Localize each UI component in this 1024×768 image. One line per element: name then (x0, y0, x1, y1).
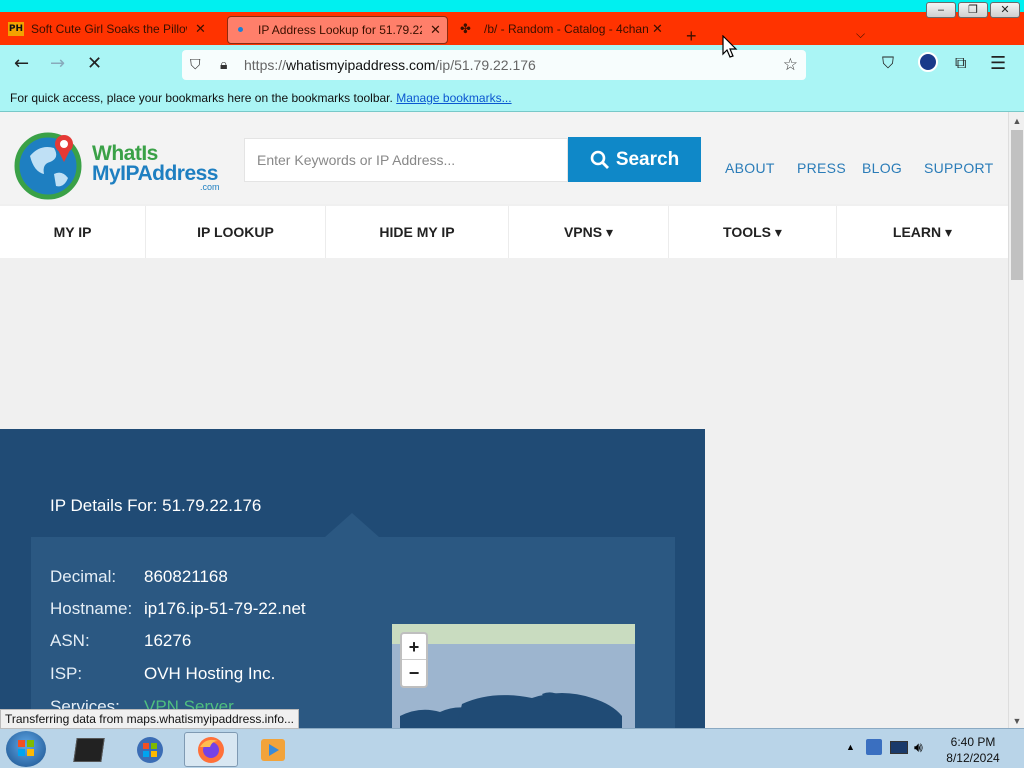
globe-logo-icon (14, 132, 82, 200)
close-tab-icon[interactable]: ✕ (430, 22, 441, 38)
back-icon[interactable]: ← (14, 53, 29, 74)
bookmarks-hint: For quick access, place your bookmarks h… (10, 91, 393, 105)
taskbar-firefox[interactable] (184, 732, 238, 767)
menu-my-ip[interactable]: MY IP (0, 206, 146, 258)
bookmarks-toolbar: For quick access, place your bookmarks h… (0, 85, 1024, 112)
menu-ip-lookup[interactable]: IP LOOKUP (146, 206, 326, 258)
navigation-toolbar: ← → ✕ ⛉ 🔒︎ https://whatismyipaddress.com… (0, 45, 1024, 85)
blog-link[interactable]: BLOG (862, 160, 902, 176)
tray-expand-icon[interactable]: ▲ (846, 742, 855, 752)
scroll-down-icon[interactable]: ▼ (1009, 716, 1024, 726)
logo-com: .com (200, 182, 220, 192)
search-button[interactable]: Search (568, 137, 701, 182)
scroll-up-icon[interactable]: ▲ (1009, 116, 1024, 126)
lock-icon[interactable]: 🔒︎ (220, 56, 227, 73)
close-tab-icon[interactable]: ✕ (652, 21, 663, 37)
bookmark-star-icon[interactable]: ☆ (783, 55, 798, 75)
detail-row-decimal: Decimal: 860821168 (50, 567, 228, 586)
ip-details-title: IP Details For: 51.79.22.176 (50, 496, 262, 515)
tab-label: IP Address Lookup for 51.79.22.176 (258, 23, 422, 37)
windows-orb-icon (137, 736, 163, 763)
zoom-out-button[interactable]: − (402, 660, 426, 686)
stop-loading-icon[interactable]: ✕ (87, 53, 102, 74)
taskbar-terminal[interactable] (62, 732, 116, 767)
url-bar[interactable]: ⛉ 🔒︎ https://whatismyipaddress.com/ip/51… (182, 50, 806, 80)
windows-logo-icon (18, 740, 34, 756)
tab-strip: PH Soft Cute Girl Soaks the Pillow ✕ IP … (0, 12, 1024, 47)
clock-date: 8/12/2024 (946, 751, 1000, 765)
clover-favicon-icon: ✤ (460, 20, 471, 36)
extensions-icon[interactable]: ⧉ (955, 53, 966, 73)
firefox-icon (198, 736, 224, 763)
ph-favicon-icon: PH (8, 21, 24, 36)
taskbar: ▲ 🔊︎ 6:40 PM 8/12/2024 (0, 728, 1024, 768)
account-icon[interactable] (918, 52, 938, 72)
menu-hide-my-ip[interactable]: HIDE MY IP (326, 206, 509, 258)
tray-volume-icon[interactable]: 🔊︎ (914, 739, 923, 756)
tab-2-active[interactable]: IP Address Lookup for 51.79.22.176 ✕ (227, 16, 448, 44)
panel-arrow (325, 513, 379, 537)
ip-details-card: Decimal: 860821168 Hostname: ip176.ip-51-7… (31, 537, 675, 728)
search-button-label: Search (615, 148, 680, 170)
site-header: WhatIs MyIPAddress .com Enter Keywords o… (0, 112, 1008, 204)
menu-learn[interactable]: LEARN ▾ (837, 206, 1008, 258)
tracking-shield-icon[interactable]: ⛉ (190, 56, 201, 73)
search-icon (590, 150, 609, 169)
tab-label: Soft Cute Girl Soaks the Pillow (31, 21, 187, 36)
detail-row-isp: ISP: OVH Hosting Inc. (50, 664, 276, 683)
start-button[interactable] (6, 731, 46, 767)
window-controls: ‒ ❐ ✕ (926, 2, 1020, 18)
about-link[interactable]: ABOUT (725, 160, 775, 176)
world-map-shapes (400, 692, 622, 728)
tab-label: /b/ - Random - Catalog - 4chan (484, 21, 648, 36)
new-tab-button[interactable]: + (686, 26, 697, 47)
mouse-cursor-icon (722, 35, 738, 58)
clock-time: 6:40 PM (950, 735, 996, 749)
ip-details-panel: IP Details For: 51.79.22.176 Decimal: 860… (0, 429, 705, 728)
tab-3[interactable]: ✤ /b/ - Random - Catalog - 4chan ✕ (460, 12, 663, 45)
site-logo[interactable]: WhatIs MyIPAddress .com (14, 130, 226, 200)
taskbar-windows[interactable] (123, 732, 177, 767)
title-bar (0, 0, 1024, 12)
maximize-button[interactable]: ❐ (958, 2, 988, 18)
tray-display-icon[interactable] (890, 741, 908, 754)
detail-row-hostname: Hostname: ip176.ip-51-79-22.net (50, 599, 306, 618)
menu-icon[interactable]: ☰ (990, 53, 1006, 74)
status-bar: Transferring data from maps.whatismyipad… (0, 709, 300, 729)
main-menu: MY IP IP LOOKUP HIDE MY IP VPNS ▾ TOOLS … (0, 206, 1008, 258)
forward-icon[interactable]: → (50, 53, 65, 74)
location-map[interactable]: + − (392, 624, 635, 728)
menu-tools[interactable]: TOOLS ▾ (669, 206, 837, 258)
scroll-thumb[interactable] (1011, 130, 1023, 280)
zoom-in-button[interactable]: + (402, 634, 426, 660)
terminal-icon (73, 737, 105, 762)
minimize-button[interactable]: ‒ (926, 2, 956, 18)
list-all-tabs-icon[interactable]: ⌵ (856, 27, 865, 42)
close-window-button[interactable]: ✕ (990, 2, 1020, 18)
pocket-icon[interactable]: ⛉ (882, 53, 894, 73)
detail-row-asn: ASN: 16276 (50, 631, 192, 650)
tab-1[interactable]: PH Soft Cute Girl Soaks the Pillow ✕ (8, 12, 206, 45)
page-scrollbar[interactable]: ▲ ▼ (1008, 112, 1024, 728)
media-player-icon (261, 738, 285, 761)
system-clock[interactable]: 6:40 PM 8/12/2024 (936, 734, 1010, 766)
menu-vpns[interactable]: VPNS ▾ (509, 206, 669, 258)
press-link[interactable]: PRESS (797, 160, 846, 176)
map-zoom-control: + − (400, 632, 428, 688)
support-link[interactable]: SUPPORT (924, 160, 994, 176)
manage-bookmarks-link[interactable]: Manage bookmarks... (396, 91, 511, 105)
url-text[interactable]: https://whatismyipaddress.com/ip/51.79.2… (244, 57, 536, 73)
search-input[interactable]: Enter Keywords or IP Address... (244, 138, 568, 182)
loading-dot-icon (234, 22, 250, 38)
tray-network-icon[interactable] (866, 739, 882, 755)
ad-space (0, 258, 1008, 429)
taskbar-media-player[interactable] (246, 732, 300, 767)
close-tab-icon[interactable]: ✕ (195, 21, 206, 37)
web-page: WhatIs MyIPAddress .com Enter Keywords o… (0, 112, 1008, 728)
